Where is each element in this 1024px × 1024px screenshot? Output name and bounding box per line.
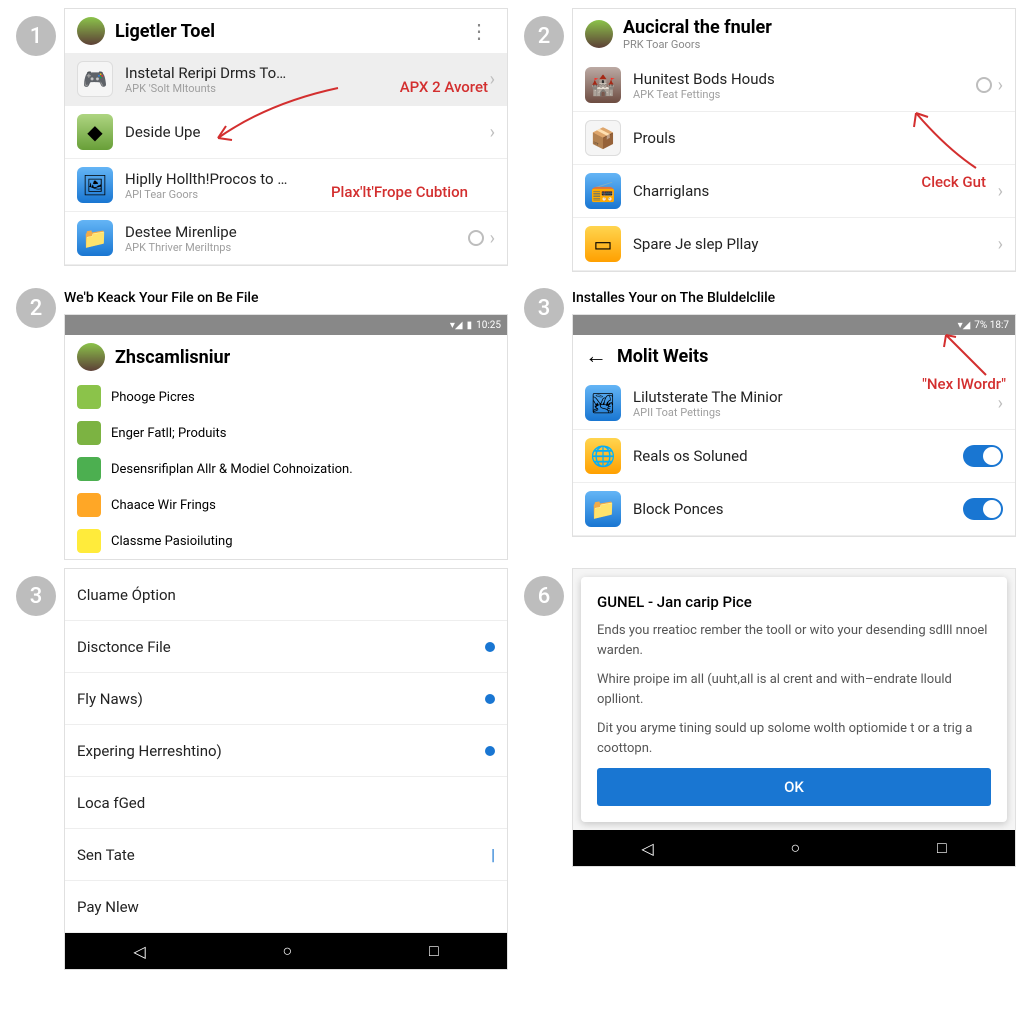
dialog-title: GUNEL - Jan carip Pice — [597, 593, 991, 611]
chevron-right-icon: › — [490, 228, 495, 249]
title-bar: ← Molit Weits — [573, 335, 1015, 377]
back-icon[interactable]: ← — [585, 343, 607, 369]
list-item[interactable]: 📁 Destee MirenlipeAPK Thriver Meriltnps … — [65, 212, 507, 265]
radio-icon[interactable] — [976, 77, 992, 93]
list-item[interactable]: 📁 Block Ponces — [573, 483, 1015, 536]
panel-6: 6 GUNEL - Jan carip Pice Ends you rreati… — [516, 568, 1016, 970]
panel-2: 2 Aucicral the fnulerPRK Toar Goors 🏰 Hu… — [516, 8, 1016, 272]
wifi-icon: ▾◢ — [450, 320, 463, 331]
nav-home-icon[interactable]: ○ — [282, 941, 292, 961]
panel-3: 2 We'b Keack Your File on Be File ▾◢▮10:… — [8, 280, 508, 560]
dialog-text: Ends you rreatioc rember the tooll or wi… — [597, 621, 991, 660]
step-badge: 6 — [524, 576, 564, 616]
app-icon: 📁 — [77, 220, 113, 256]
chevron-right-icon: › — [998, 181, 1003, 202]
app-title: Zhscamlisniur — [115, 347, 495, 368]
nav-back-icon[interactable]: ◁ — [641, 839, 653, 858]
title-bar: Aucicral the fnulerPRK Toar Goors — [573, 9, 1015, 59]
box-icon — [77, 493, 101, 517]
list-item[interactable]: 🏞 Lilutsterate The MiniorAPII Toat Petti… — [573, 377, 1015, 430]
panel-4: 3 Installes Your on The Bluldelclile ▾◢7… — [516, 280, 1016, 560]
list-item[interactable]: ▭ Spare Je slep Pllay › — [573, 218, 1015, 271]
chevron-right-icon: › — [998, 393, 1003, 414]
dot-icon — [485, 746, 495, 756]
globe-icon: 🌐 — [585, 438, 621, 474]
app-icon: 🏞 — [585, 385, 621, 421]
more-icon[interactable]: ⋮ — [463, 19, 495, 43]
status-bar: ▾◢7% 18:7 — [573, 315, 1015, 335]
app-title: Aucicral the fnuler — [623, 17, 1003, 38]
list-item[interactable]: Phooge Picres — [65, 379, 507, 415]
step-caption: Installes Your on The Bluldelclile — [516, 280, 1016, 314]
list-item[interactable]: Enger Fatll; Produits — [65, 415, 507, 451]
app-icon: 🖼 — [77, 167, 113, 203]
step-badge: 2 — [16, 288, 56, 328]
nav-back-icon[interactable]: ◁ — [133, 942, 145, 961]
step-caption: We'b Keack Your File on Be File — [8, 280, 508, 314]
list-item[interactable]: Classme Pasioiluting — [65, 523, 507, 559]
list-item[interactable]: Sen Tate| — [65, 829, 507, 881]
chevron-right-icon: › — [490, 69, 495, 90]
app-icon: 🏰 — [585, 67, 621, 103]
toggle-switch[interactable] — [963, 498, 1003, 520]
list-item[interactable]: 🌐 Reals os Soluned — [573, 430, 1015, 483]
list-item[interactable]: Chaace Wir Frings — [65, 487, 507, 523]
app-icon: 📦 — [585, 120, 621, 156]
app-title: Ligetler Toel — [115, 21, 463, 42]
list-item[interactable]: Desensrifiplan Allr & Modiel Cohnoizatio… — [65, 451, 507, 487]
chevron-right-icon: › — [490, 122, 495, 143]
step-badge: 3 — [524, 288, 564, 328]
folder-icon: 📁 — [585, 491, 621, 527]
panel-5: 3 Cluame Óption Disctonce File Fly Naws)… — [8, 568, 508, 970]
title-bar: Zhscamlisniur — [65, 335, 507, 379]
list-item[interactable]: 🎮 Instetal Reripi Drms To…APK 'Solt Mlto… — [65, 53, 507, 106]
cube-icon — [77, 421, 101, 445]
battery-icon: ▮ — [467, 320, 473, 331]
list-item[interactable]: Fly Naws) — [65, 673, 507, 725]
dialog-text: Dit you aryme tining sould up solome wol… — [597, 719, 991, 758]
list-item[interactable]: 🏰 Hunitest Bods HoudsAPK Teat Fettings › — [573, 59, 1015, 112]
app-title: Molit Weits — [617, 346, 1003, 367]
navigation-bar: ◁ ○ □ — [573, 830, 1015, 866]
app-avatar-icon — [77, 343, 105, 371]
wifi-icon: ▾◢ — [958, 320, 971, 331]
app-icon: 📻 — [585, 173, 621, 209]
list-item[interactable]: 📻 Charriglans › — [573, 165, 1015, 218]
ok-button[interactable]: OK — [597, 768, 991, 806]
list-item[interactable]: Disctonce File — [65, 621, 507, 673]
diamond-icon — [77, 457, 101, 481]
app-icon: ▭ — [585, 226, 621, 262]
app-avatar-icon — [77, 17, 105, 45]
chevron-right-icon: › — [998, 234, 1003, 255]
list-item[interactable]: Expering Herreshtino) — [65, 725, 507, 777]
list-item[interactable]: Pay Nlew — [65, 881, 507, 933]
dot-icon — [485, 642, 495, 652]
chevron-right-icon: › — [998, 75, 1003, 96]
nav-home-icon[interactable]: ○ — [790, 838, 800, 858]
step-badge: 2 — [524, 16, 564, 56]
step-badge: 3 — [16, 576, 56, 616]
list-item[interactable]: 📦 Prouls — [573, 112, 1015, 165]
list-item[interactable]: Cluame Óption — [65, 569, 507, 621]
dot-icon — [485, 694, 495, 704]
dialog-text: Whire proipe im all (uuht,all is al cren… — [597, 670, 991, 709]
panel-1: 1 Ligetler Toel ⋮ 🎮 Instetal Reripi Drms… — [8, 8, 508, 272]
nav-recent-icon[interactable]: □ — [429, 941, 439, 961]
step-badge: 1 — [16, 16, 56, 56]
dialog: GUNEL - Jan carip Pice Ends you rreatioc… — [581, 577, 1007, 822]
navigation-bar: ◁ ○ □ — [65, 933, 507, 969]
status-bar: ▾◢▮10:25 — [65, 315, 507, 335]
nav-recent-icon[interactable]: □ — [937, 838, 947, 858]
list-item[interactable]: 🖼 Hiplly Hollth!Procos to …APl Tear Goor… — [65, 159, 507, 212]
title-bar: Ligetler Toel ⋮ — [65, 9, 507, 53]
list-item[interactable]: Loca fGed — [65, 777, 507, 829]
dice-icon — [77, 385, 101, 409]
app-avatar-icon — [585, 20, 613, 48]
radio-icon[interactable] — [468, 230, 484, 246]
app-icon: ◆ — [77, 114, 113, 150]
person-icon — [77, 529, 101, 553]
list-item[interactable]: ◆ Deside Upe › — [65, 106, 507, 159]
toggle-switch[interactable] — [963, 445, 1003, 467]
app-icon: 🎮 — [77, 61, 113, 97]
